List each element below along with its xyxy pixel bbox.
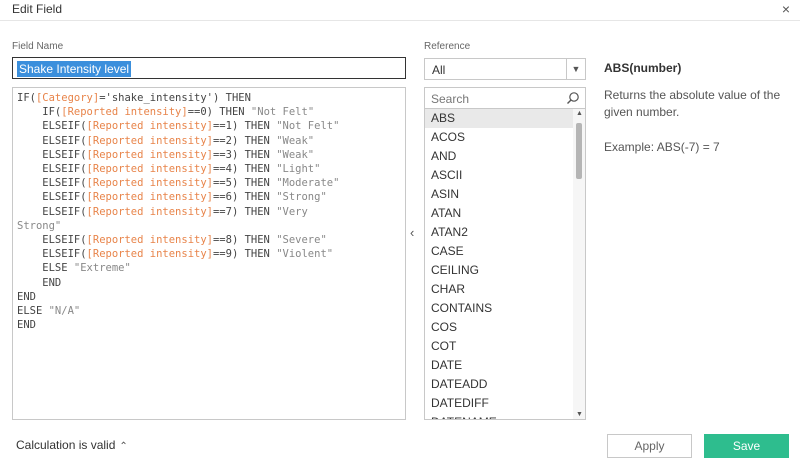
formula-token: "Weak" (276, 134, 315, 147)
title-bar: Edit Field × (0, 0, 800, 21)
field-name-label: Field Name (12, 41, 64, 52)
formula-token: "N/A" (48, 305, 81, 318)
formula-token: "Not Felt" (250, 106, 315, 119)
formula-token: [Reported intensity] (61, 106, 188, 119)
scroll-up-icon[interactable]: ▲ (576, 110, 583, 117)
formula-token: ELSEIF( (17, 177, 87, 190)
search-icon (567, 92, 579, 104)
formula-token: ==4) THEN (212, 163, 277, 176)
function-item[interactable]: DATEADD (425, 375, 573, 394)
close-icon[interactable]: × (782, 1, 790, 17)
formula-token: END (17, 290, 36, 303)
formula-token: ==6) THEN (212, 191, 277, 204)
formula-token: "Strong" (276, 191, 327, 204)
function-search-input[interactable] (429, 90, 565, 108)
formula-token: Strong" (17, 219, 62, 232)
formula-token: IF( (17, 106, 62, 119)
function-item[interactable]: DATE (425, 356, 573, 375)
function-item[interactable]: ABS (425, 109, 573, 128)
formula-token: ==3) THEN (212, 148, 277, 161)
formula-token: [Reported intensity] (86, 234, 213, 247)
formula-token: [Reported intensity] (86, 134, 213, 147)
field-name-value[interactable]: Shake Intensity level (17, 61, 132, 77)
formula-token: "Light" (276, 163, 321, 176)
function-item[interactable]: ATAN2 (425, 223, 573, 242)
collapse-reference-icon[interactable]: ‹ (410, 225, 414, 240)
formula-token: ='shake_intensity') THEN (99, 92, 251, 104)
function-item[interactable]: COS (425, 318, 573, 337)
function-category-value: All (432, 63, 446, 77)
formula-editor[interactable]: IF([Category]='shake_intensity') THEN IF… (12, 87, 406, 420)
function-item[interactable]: ACOS (425, 128, 573, 147)
function-signature: ABS(number) (604, 61, 682, 75)
formula-code[interactable]: IF([Category]='shake_intensity') THEN IF… (17, 91, 339, 332)
formula-token: "Severe" (276, 234, 327, 247)
function-item[interactable]: ASIN (425, 185, 573, 204)
function-item[interactable]: DATEDIFF (425, 394, 573, 413)
function-item[interactable]: ASCII (425, 166, 573, 185)
formula-token: [Reported intensity] (86, 248, 213, 261)
formula-token: ==0) THEN (187, 106, 251, 119)
formula-token: "Violent" (276, 248, 334, 261)
scroll-thumb[interactable] (576, 123, 582, 179)
formula-token: "Weak" (276, 148, 315, 161)
function-item[interactable]: CEILING (425, 261, 573, 280)
formula-token: ==9) THEN (212, 248, 277, 261)
formula-token: [Reported intensity] (86, 148, 213, 161)
calculation-status[interactable]: Calculation is valid ⌃ (16, 438, 128, 452)
window-title: Edit Field (12, 2, 63, 16)
formula-token: "Extreme" (73, 262, 131, 275)
formula-token: ELSEIF( (17, 134, 87, 147)
chevron-up-icon[interactable]: ⌃ (119, 441, 127, 452)
function-item[interactable]: CASE (425, 242, 573, 261)
formula-token: [Category] (35, 92, 100, 104)
function-item[interactable]: COT (425, 337, 573, 356)
function-example: Example: ABS(-7) = 7 (604, 140, 720, 154)
formula-token: ==8) THEN (212, 234, 277, 247)
formula-token: "Not Felt" (276, 120, 340, 133)
formula-token: [Reported intensity] (86, 177, 213, 190)
save-button[interactable]: Save (704, 434, 789, 458)
formula-token: ELSEIF( (17, 163, 87, 176)
formula-token: [Reported intensity] (86, 120, 213, 133)
field-name-input[interactable]: Shake Intensity level (12, 57, 406, 79)
formula-token: ==7) THEN (212, 205, 277, 218)
formula-token: IF( (17, 92, 36, 104)
formula-token: "Moderate" (276, 177, 340, 190)
formula-token: [Reported intensity] (86, 163, 213, 176)
function-category-select[interactable]: All ▼ (424, 58, 586, 80)
formula-token: ELSEIF( (17, 191, 87, 204)
function-item[interactable]: AND (425, 147, 573, 166)
formula-token: ELSEIF( (17, 148, 87, 161)
scroll-down-icon[interactable]: ▼ (576, 411, 583, 418)
reference-label: Reference (424, 41, 471, 52)
function-item[interactable]: ATAN (425, 204, 573, 223)
function-list-scrollbar[interactable]: ▲ ▼ (573, 109, 585, 419)
formula-token: END (17, 319, 36, 332)
function-item[interactable]: DATENAME (425, 413, 573, 419)
formula-token: [Reported intensity] (86, 205, 213, 218)
function-search[interactable] (424, 87, 586, 109)
apply-button[interactable]: Apply (607, 434, 692, 458)
formula-token: ELSEIF( (17, 234, 87, 247)
formula-token: ELSEIF( (17, 205, 87, 218)
formula-token: ELSE (17, 305, 49, 318)
formula-token: ==5) THEN (212, 177, 277, 190)
formula-token: ELSE (17, 262, 74, 275)
function-item[interactable]: CONTAINS (425, 299, 573, 318)
formula-token: ==1) THEN (212, 120, 277, 133)
function-item[interactable]: CHAR (425, 280, 573, 299)
formula-token: END (17, 276, 62, 289)
formula-token: [Reported intensity] (86, 191, 213, 204)
function-description: Returns the absolute value of the given … (604, 88, 781, 119)
formula-token: "Very (276, 205, 308, 218)
formula-token: ELSEIF( (17, 248, 87, 261)
formula-token: ==2) THEN (212, 134, 277, 147)
chevron-down-icon[interactable]: ▼ (566, 59, 585, 79)
formula-token: ELSEIF( (17, 120, 87, 133)
calculation-status-text: Calculation is valid (16, 438, 116, 452)
function-list[interactable]: DATENAMEDATEDIFFDATEADDDATECOTCOSCONTAIN… (424, 109, 586, 420)
